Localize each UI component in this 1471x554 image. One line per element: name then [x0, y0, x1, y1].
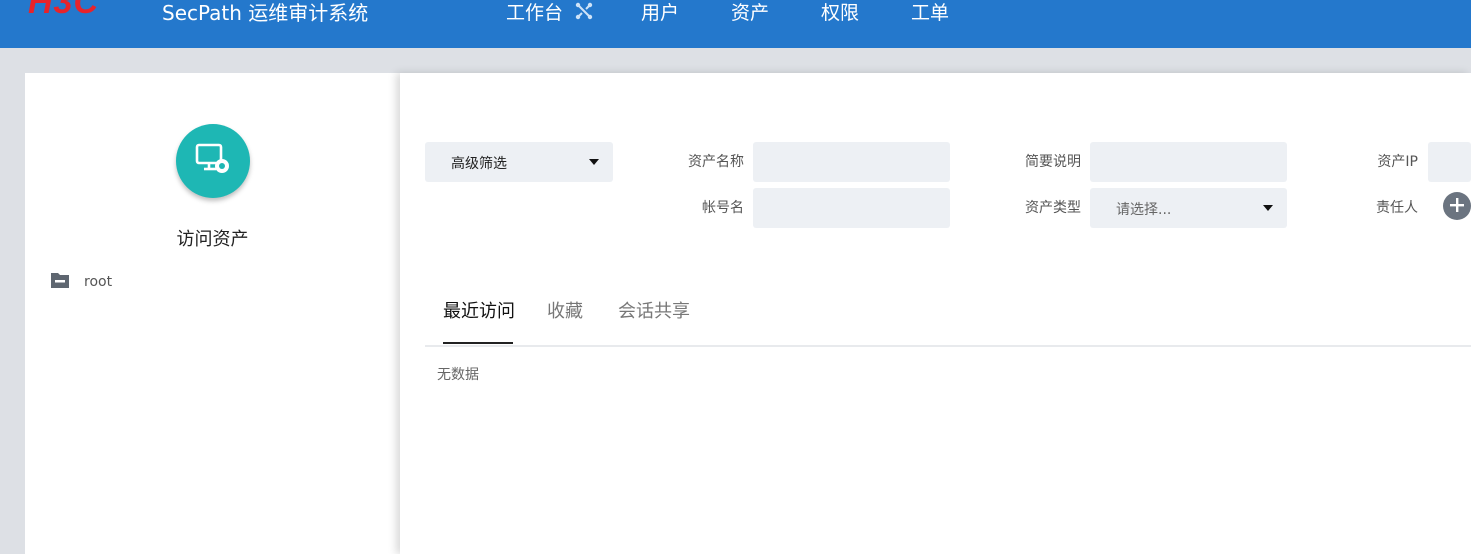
- monitor-settings-icon: [194, 140, 232, 182]
- asset-type-select[interactable]: 请选择...: [1090, 188, 1287, 228]
- caret-down-icon: [589, 159, 599, 165]
- tab-recent-access[interactable]: 最近访问: [443, 297, 515, 323]
- advanced-filter-label: 高级筛选: [451, 156, 507, 172]
- top-header: H3C SecPath 运维审计系统 工作台 用户 资产 权限 工单: [0, 0, 1471, 48]
- app-title: SecPath 运维审计系统: [162, 1, 369, 25]
- asset-type-placeholder: 请选择...: [1116, 202, 1172, 218]
- tab-bar: 最近访问 收藏 会话共享: [425, 293, 1471, 347]
- empty-state-text: 无数据: [437, 367, 479, 383]
- nav-workbench-label: 工作台: [506, 2, 564, 24]
- tree-node-root[interactable]: root: [51, 271, 112, 293]
- plus-icon: [1450, 197, 1464, 216]
- nav-tickets[interactable]: 工单: [911, 0, 949, 25]
- asset-ip-input[interactable]: [1428, 142, 1471, 182]
- description-label: 简要说明: [1025, 154, 1081, 170]
- account-input[interactable]: [753, 188, 950, 228]
- asset-ip-label: 资产IP: [1377, 154, 1418, 170]
- main-panel: 高级筛选 资产名称 简要说明 资产IP 帐号名 资产类型 请选择... 责任人 …: [400, 73, 1471, 554]
- nav-users[interactable]: 用户: [641, 0, 679, 25]
- access-asset-label: 访问资产: [176, 229, 249, 250]
- nav-permissions[interactable]: 权限: [821, 0, 859, 25]
- description-input[interactable]: [1090, 142, 1287, 182]
- folder-collapse-icon[interactable]: [51, 272, 69, 292]
- advanced-filter-dropdown[interactable]: 高级筛选: [425, 142, 613, 182]
- active-tab-indicator: [443, 342, 513, 344]
- account-label: 帐号名: [702, 200, 744, 216]
- tab-favorites[interactable]: 收藏: [547, 297, 583, 323]
- access-asset-button[interactable]: [176, 124, 250, 198]
- add-owner-button[interactable]: [1443, 192, 1471, 220]
- asset-name-label: 资产名称: [688, 154, 744, 170]
- left-panel: 访问资产 root: [25, 73, 400, 554]
- caret-down-icon: [1263, 205, 1273, 211]
- shuffle-icon: [575, 2, 593, 25]
- nav-assets[interactable]: 资产: [731, 0, 769, 25]
- asset-name-input[interactable]: [753, 142, 950, 182]
- nav-workbench[interactable]: 工作台: [506, 0, 593, 25]
- h3c-logo[interactable]: H3C: [28, 0, 99, 19]
- tab-session-share[interactable]: 会话共享: [618, 297, 690, 323]
- asset-type-label: 资产类型: [1025, 200, 1081, 216]
- owner-label: 责任人: [1376, 200, 1418, 216]
- tree-node-label: root: [84, 274, 113, 290]
